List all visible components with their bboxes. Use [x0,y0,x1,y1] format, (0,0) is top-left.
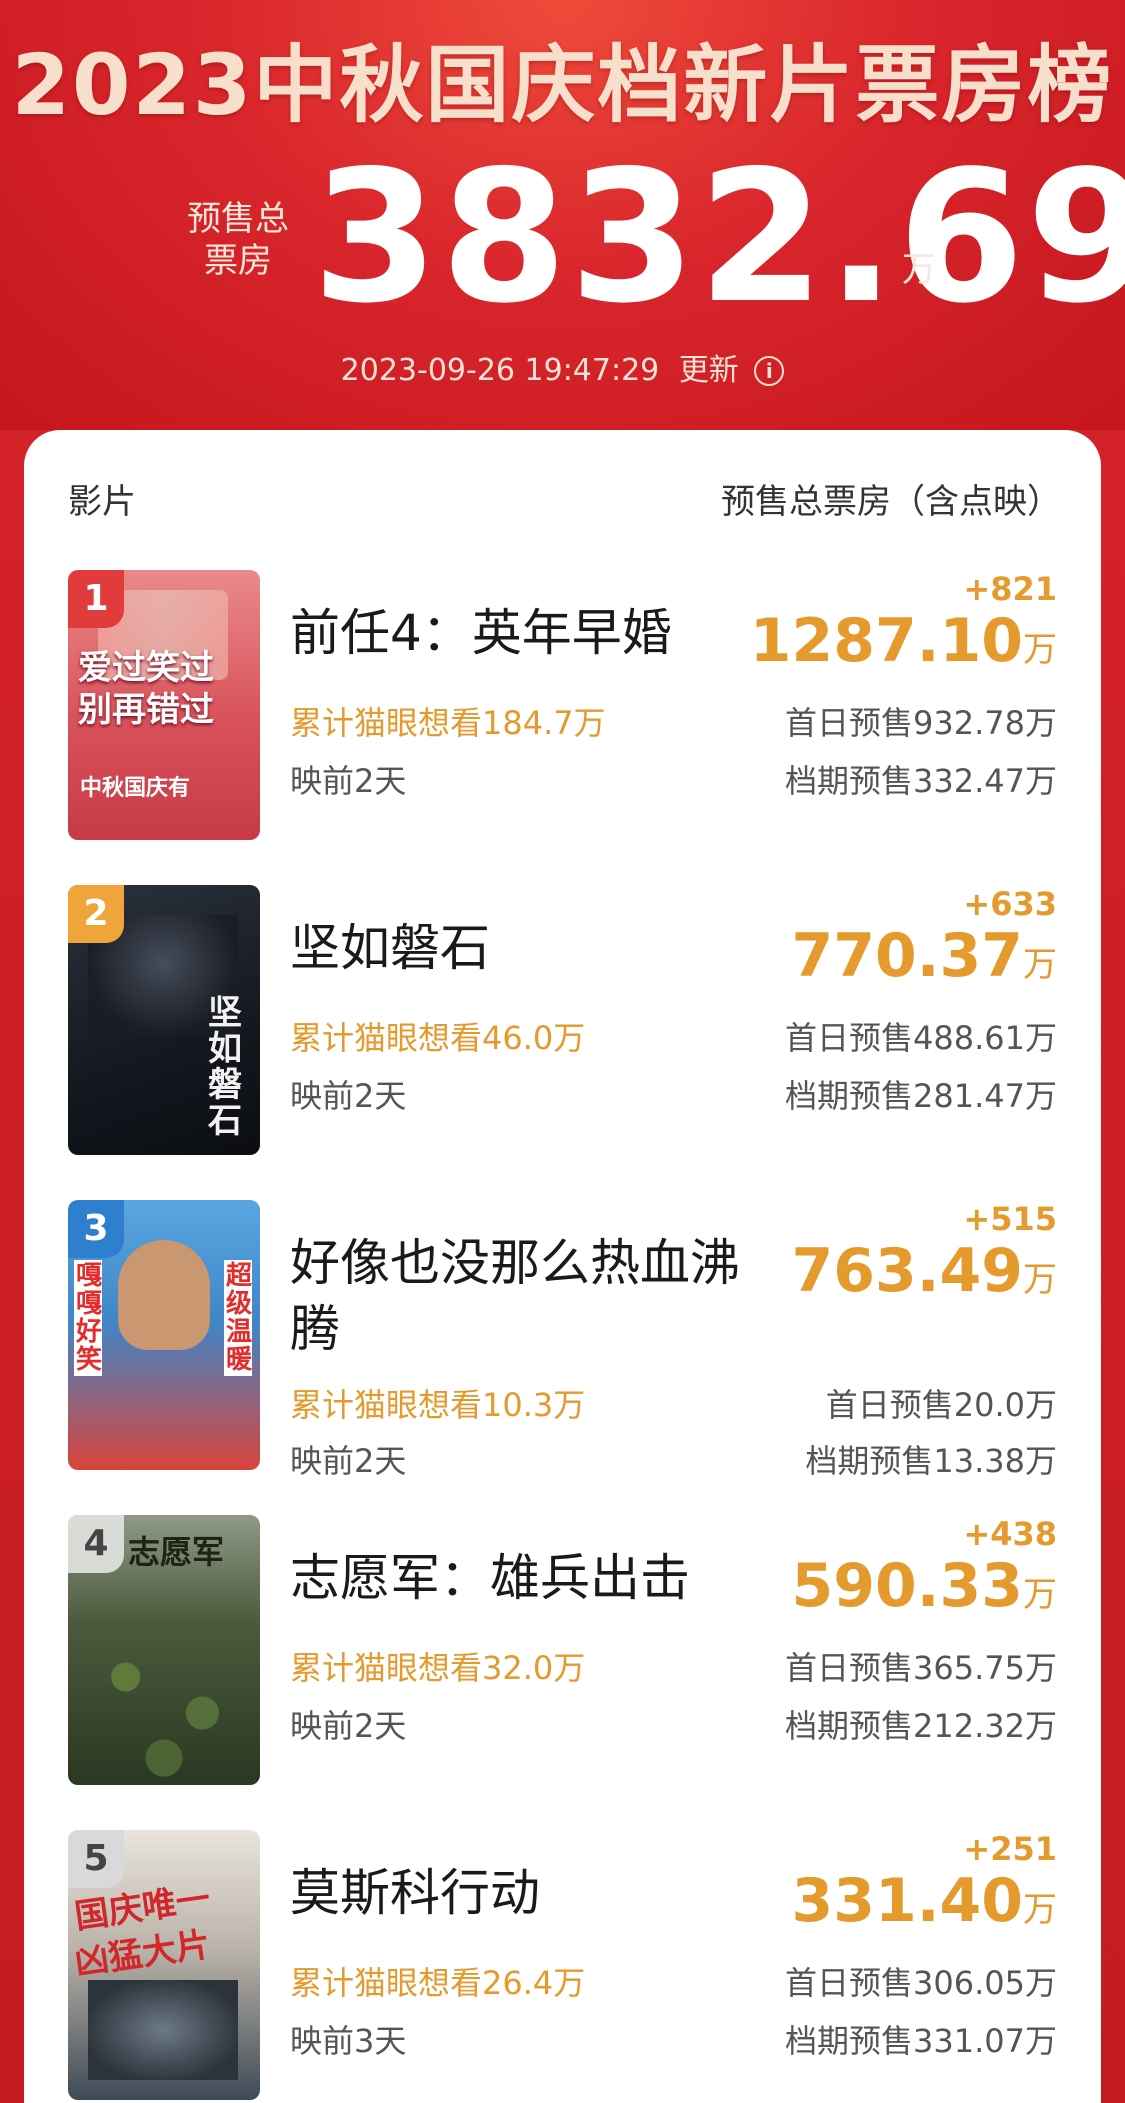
box-office-delta: +821 [963,570,1057,608]
first-day-presale: 首日预售932.78万 [785,704,1057,742]
first-day-presale: 首日预售488.61万 [785,1019,1057,1057]
first-day-presale: 首日预售306.05万 [785,1964,1057,2002]
box-office-delta: +251 [963,1830,1057,1868]
column-header-film: 影片 [68,482,136,522]
film-title[interactable]: 莫斯科行动 [290,1860,770,1926]
days-before-release: 映前2天 [290,1707,407,1745]
days-before-release: 映前3天 [290,2022,407,2060]
page-title: 2023中秋国庆档新片票房榜 [11,36,1114,134]
poster-image[interactable]: 嘎嘎好笑 超级温暖 3 [68,1200,260,1470]
rank-badge: 3 [68,1200,124,1258]
total-unit: 万 [902,250,936,290]
header-banner: 2023中秋国庆档新片票房榜 预售总票房 3832.69 万 2023-09-2… [0,0,1125,430]
box-office-value: 331.40万 [791,1866,1057,1936]
film-title[interactable]: 坚如磐石 [290,915,770,981]
period-presale: 档期预售331.07万 [785,2022,1057,2060]
poster-cast-art [88,1980,238,2080]
total-box-office: 3832.69 [312,131,1125,343]
want-to-see-count: 累计猫眼想看184.7万 [290,704,606,742]
update-row: 2023-09-26 19:47:29 更新 i [0,345,1125,389]
poster-image[interactable]: 国庆唯一 凶猛大片 5 [68,1830,260,2100]
poster-image[interactable]: 志愿军 4 [68,1515,260,1785]
box-office-value: 770.37万 [791,921,1057,991]
film-title[interactable]: 前任4：英年早婚 [290,600,770,666]
rank-badge: 5 [68,1830,124,1888]
update-label: 更新 [678,353,739,388]
period-presale: 档期预售212.32万 [785,1707,1057,1745]
days-before-release: 映前2天 [290,1442,407,1480]
first-day-presale: 首日预售20.0万 [825,1386,1057,1424]
poster-image[interactable]: 爱过笑过 别再错过 中秋国庆有 1 [68,570,260,840]
days-before-release: 映前2天 [290,762,407,800]
want-to-see-count: 累计猫眼想看26.4万 [290,1964,586,2002]
poster-text: 志愿军 [128,1533,225,1571]
ranking-card: 影片 预售总票房（含点映） 爱过笑过 别再错过 中秋国庆有 1 前任4：英年早婚… [24,430,1101,2103]
info-icon[interactable]: i [754,356,785,386]
box-office-delta: +438 [963,1515,1057,1553]
update-time: 2023-09-26 19:47:29 [340,353,660,388]
poster-face-art [118,1240,210,1350]
box-office-value: 1287.10万 [749,606,1057,676]
box-office-value: 590.33万 [791,1551,1057,1621]
film-row[interactable]: 嘎嘎好笑 超级温暖 3 好像也没那么热血沸腾 累计猫眼想看10.3万 映前2天 … [24,1200,1101,1480]
poster-forest-art [68,1605,260,1785]
rank-badge: 2 [68,885,124,943]
rank-badge: 1 [68,570,124,628]
film-title[interactable]: 好像也没那么热血沸腾 [290,1230,770,1362]
film-row[interactable]: 国庆唯一 凶猛大片 5 莫斯科行动 累计猫眼想看26.4万 映前3天 +251 … [24,1830,1101,2103]
film-row[interactable]: 坚如磐石 2 坚如磐石 累计猫眼想看46.0万 映前2天 +633 770.37… [24,885,1101,1165]
column-header-box-office: 预售总票房（含点映） [721,482,1061,522]
film-title[interactable]: 志愿军：雄兵出击 [290,1545,770,1611]
box-office-delta: +515 [963,1200,1057,1238]
presale-label: 预售总票房 [187,199,289,281]
days-before-release: 映前2天 [290,1077,407,1115]
box-office-delta: +633 [963,885,1057,923]
want-to-see-count: 累计猫眼想看32.0万 [290,1649,586,1687]
box-office-value: 763.49万 [791,1236,1057,1306]
period-presale: 档期预售332.47万 [785,762,1057,800]
period-presale: 档期预售13.38万 [805,1442,1057,1480]
poster-text: 中秋国庆有 [80,776,191,801]
poster-text: 超级温暖 [224,1260,253,1376]
poster-text: 别再错过 [78,690,214,730]
film-row[interactable]: 志愿军 4 志愿军：雄兵出击 累计猫眼想看32.0万 映前2天 +438 590… [24,1515,1101,1795]
poster-text: 嘎嘎好笑 [74,1260,103,1376]
poster-image[interactable]: 坚如磐石 2 [68,885,260,1155]
rank-badge: 4 [68,1515,124,1573]
poster-text: 坚如磐石 [208,993,242,1141]
film-row[interactable]: 爱过笑过 别再错过 中秋国庆有 1 前任4：英年早婚 累计猫眼想看184.7万 … [24,570,1101,850]
period-presale: 档期预售281.47万 [785,1077,1057,1115]
want-to-see-count: 累计猫眼想看46.0万 [290,1019,586,1057]
want-to-see-count: 累计猫眼想看10.3万 [290,1386,586,1424]
first-day-presale: 首日预售365.75万 [785,1649,1057,1687]
